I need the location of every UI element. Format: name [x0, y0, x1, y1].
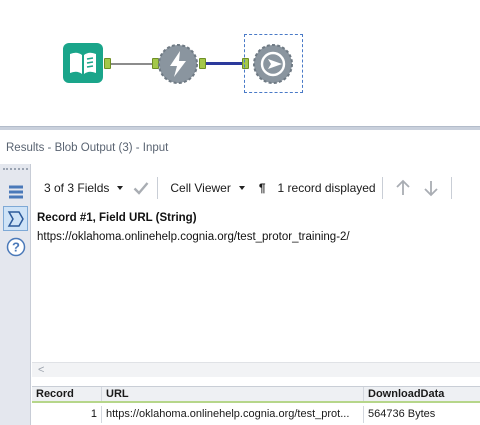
- viewer-dropdown[interactable]: Cell Viewer: [166, 170, 245, 206]
- wrap-text-toggle[interactable]: ¶: [259, 170, 266, 206]
- previous-record-button[interactable]: [395, 170, 411, 206]
- input-data-tool[interactable]: [63, 43, 103, 83]
- checkmark-icon: [134, 182, 149, 195]
- fields-dropdown[interactable]: 3 of 3 Fields: [32, 170, 124, 206]
- viewer-label: Cell Viewer: [170, 181, 231, 195]
- fields-label: 3 of 3 Fields: [44, 181, 110, 195]
- chevron-down-icon: [117, 186, 124, 190]
- table-view-button[interactable]: [3, 179, 28, 204]
- download-tool[interactable]: [158, 44, 198, 84]
- results-grid: Record URL DownloadData 1 https://oklaho…: [32, 386, 480, 425]
- cell-viewer-icon: [7, 210, 24, 227]
- toolbar-divider: [381, 177, 383, 199]
- output-anchor[interactable]: [199, 58, 206, 69]
- lightning-icon: [158, 44, 198, 84]
- record-field-header: Record #1, Field URL (String): [37, 212, 197, 224]
- table-icon: [8, 185, 23, 198]
- help-button[interactable]: ?: [3, 234, 28, 259]
- chevron-down-icon: [238, 186, 245, 190]
- app-window: Results - Blob Output (3) - Input ? 3 of…: [0, 0, 480, 425]
- row-downloaddata-cell[interactable]: 564736 Bytes: [364, 406, 480, 423]
- selected-connection-line[interactable]: [206, 62, 242, 65]
- workflow-canvas[interactable]: [0, 0, 480, 126]
- arrow-up-icon: [395, 179, 410, 195]
- records-count: 1 record displayed: [277, 181, 376, 195]
- grip-handle[interactable]: [3, 168, 28, 172]
- table-row[interactable]: 1 https://oklahoma.onlinehelp.cognia.org…: [32, 406, 480, 423]
- cell-viewer-button[interactable]: [3, 206, 28, 231]
- results-side-rail: ?: [0, 164, 31, 425]
- toolbar-divider: [450, 177, 452, 199]
- results-toolbar: 3 of 3 Fields Cell Viewer ¶ 1 record dis…: [32, 170, 480, 206]
- column-header-downloaddata[interactable]: DownloadData: [364, 387, 480, 401]
- output-anchor[interactable]: [104, 58, 111, 69]
- next-record-button[interactable]: [423, 170, 439, 206]
- horizontal-scrollbar[interactable]: <: [32, 362, 480, 377]
- row-record-cell[interactable]: 1: [32, 406, 102, 423]
- cell-value-text[interactable]: https://oklahoma.onlinehelp.cognia.org/t…: [32, 231, 480, 243]
- results-title: Results - Blob Output (3) - Input: [0, 130, 480, 164]
- scroll-left-icon[interactable]: <: [38, 364, 44, 376]
- row-url-cell[interactable]: https://oklahoma.onlinehelp.cognia.org/t…: [102, 406, 364, 423]
- toolbar-divider: [157, 177, 159, 199]
- apply-fields-button[interactable]: [133, 170, 149, 206]
- blob-output-tool[interactable]: [244, 34, 303, 93]
- book-icon: [63, 43, 103, 83]
- arrow-down-icon: [423, 181, 438, 197]
- gear-arrow-icon: [253, 44, 293, 84]
- column-header-record[interactable]: Record: [32, 387, 102, 401]
- svg-text:?: ?: [12, 239, 20, 254]
- connection-line[interactable]: [111, 63, 156, 65]
- help-icon: ?: [6, 237, 25, 256]
- pilcrow-icon: ¶: [258, 181, 266, 195]
- column-header-url[interactable]: URL: [102, 387, 364, 401]
- grid-header-row: Record URL DownloadData: [32, 387, 480, 403]
